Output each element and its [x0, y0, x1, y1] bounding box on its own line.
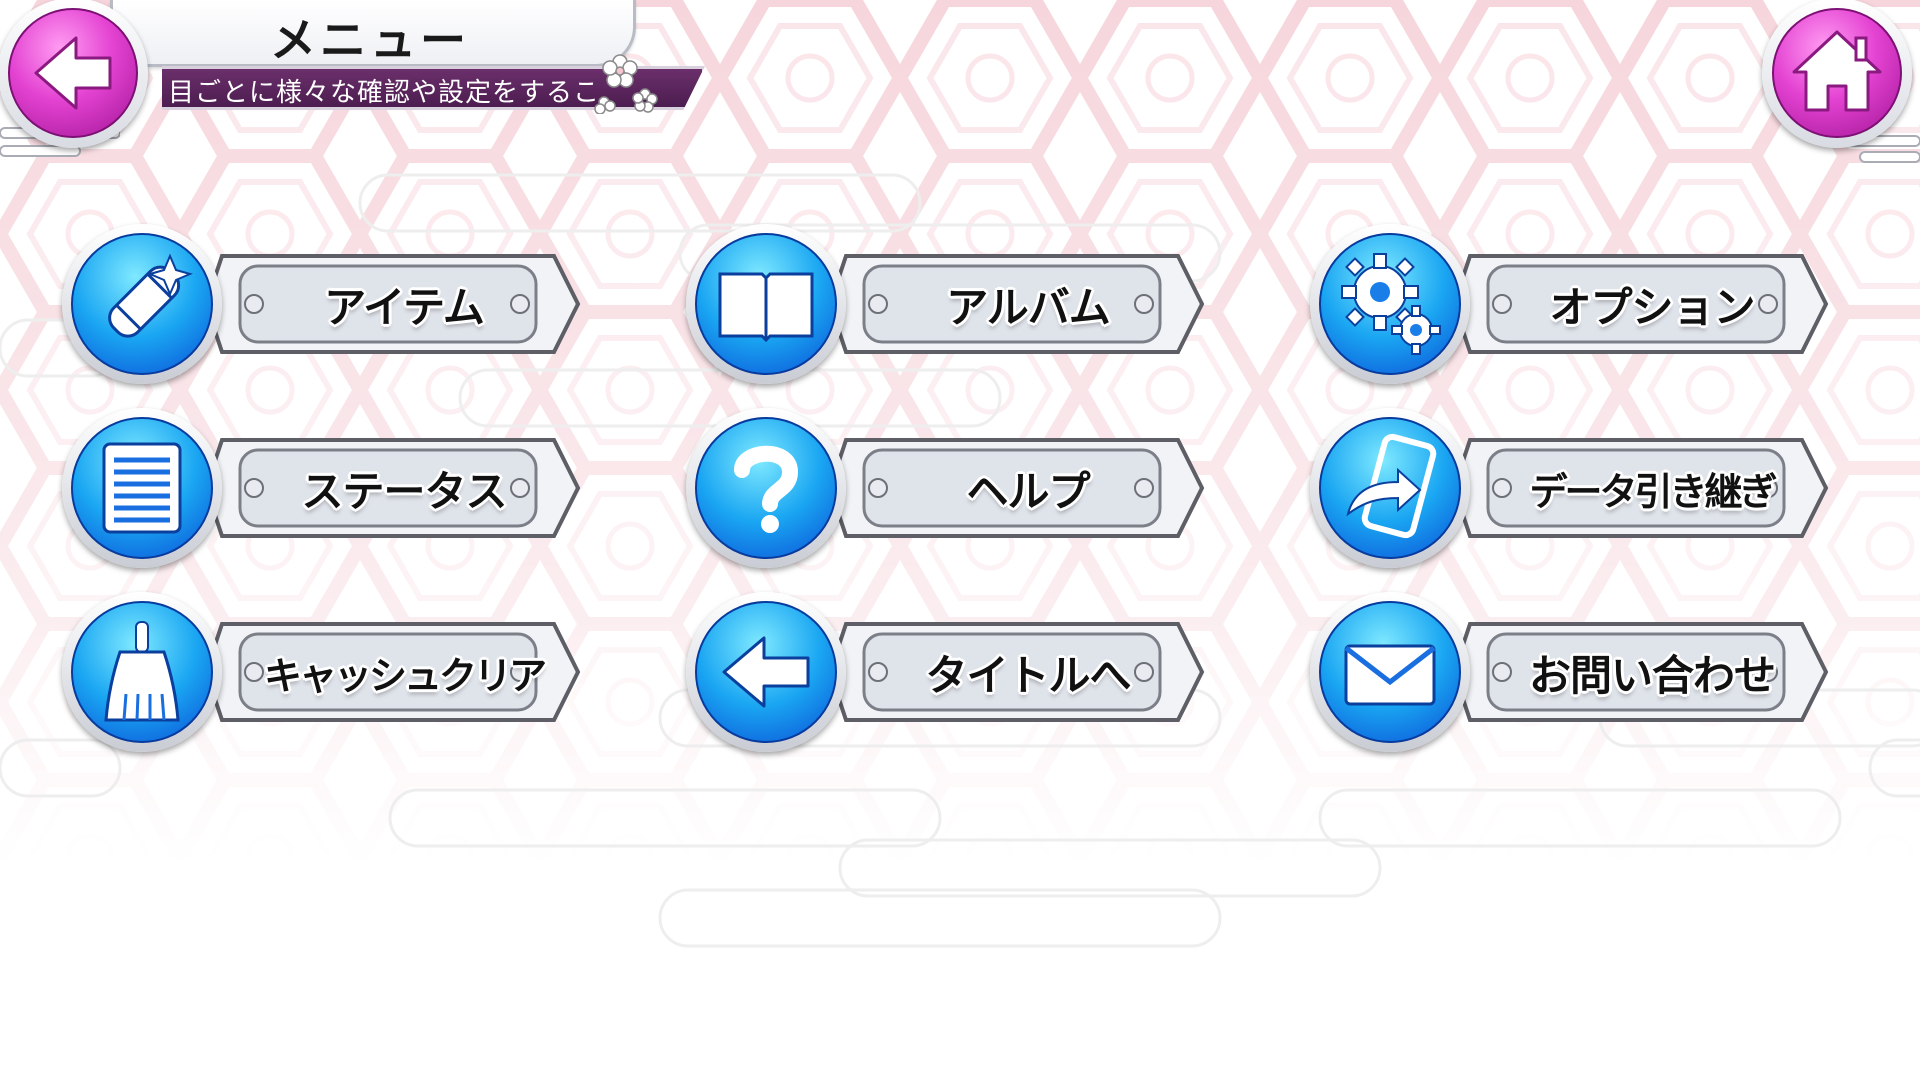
menu-item-contact[interactable]: お問い合わせ — [1310, 592, 1870, 752]
back-arrow-icon — [722, 636, 810, 708]
menu-item-data-transfer[interactable]: データ引き継ぎ — [1310, 408, 1870, 568]
menu-label: タイトルへ — [925, 650, 1131, 700]
menu-item-album[interactable]: アルバム — [686, 224, 1246, 384]
menu-label: アイテム — [324, 282, 485, 332]
help-question-icon — [734, 445, 799, 533]
mail-envelope-icon — [1344, 644, 1436, 706]
menu-item-help[interactable]: ヘルプ — [686, 408, 1246, 568]
broom-icon — [104, 621, 180, 722]
menu-item-cache-clear[interactable]: キャッシュクリア — [62, 592, 622, 752]
sakura-flower-icon — [594, 54, 658, 114]
home-icon — [1792, 30, 1882, 112]
item-scroll-shuriken-icon — [108, 253, 193, 338]
menu-item-status[interactable]: ステータス — [62, 408, 622, 568]
menu-label: ヘルプ — [966, 466, 1090, 516]
home-button[interactable] — [1762, 0, 1912, 148]
status-list-icon — [102, 442, 182, 534]
menu-label: ステータス — [301, 466, 507, 516]
menu-item-option[interactable]: オプション — [1310, 224, 1870, 384]
menu-label: アルバム — [946, 282, 1111, 332]
menu-label: お問い合わせ — [1528, 650, 1776, 700]
back-button[interactable] — [0, 0, 148, 148]
menu-item-item[interactable]: アイテム — [62, 224, 622, 384]
menu-item-to-title[interactable]: タイトルへ — [686, 592, 1246, 752]
menu-label: キャッシュクリア — [263, 653, 547, 698]
page-subtitle: 目ごとに様々な確認や設定をするこ — [168, 78, 601, 108]
menu-label: オプション — [1549, 282, 1755, 332]
menu-label: データ引き継ぎ — [1529, 469, 1777, 514]
page-title: メニュー — [270, 13, 470, 67]
album-book-icon — [718, 272, 814, 343]
header-title-panel: メニュー 目ごとに様々な確認や設定をするこ — [110, 0, 705, 114]
gear-icon — [1341, 253, 1441, 355]
phone-transfer-icon — [1346, 433, 1437, 539]
back-arrow-icon — [34, 36, 112, 110]
